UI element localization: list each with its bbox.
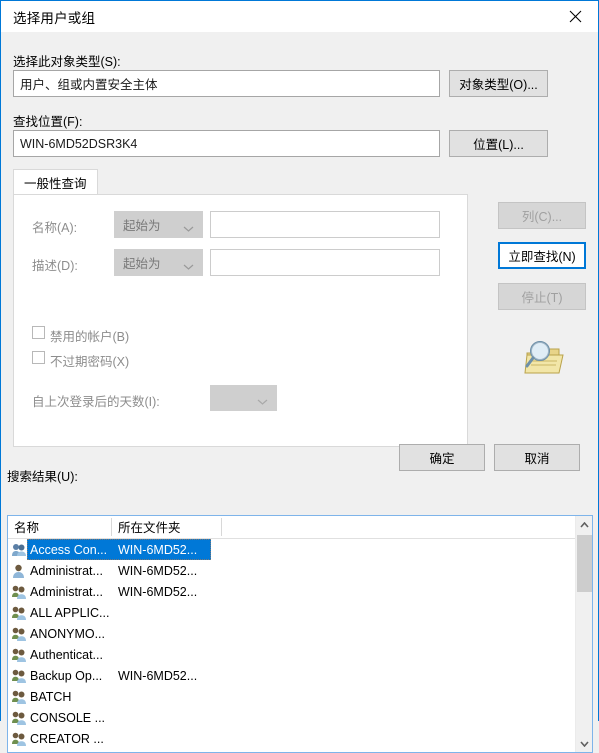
- disabled-accounts-label: 禁用的帐户(B): [50, 330, 130, 344]
- close-icon[interactable]: [553, 1, 598, 31]
- cell-name: Administrat...: [30, 563, 103, 578]
- column-divider[interactable]: [221, 518, 222, 536]
- group-icon: [11, 605, 27, 621]
- scroll-up-icon[interactable]: [576, 516, 592, 533]
- search-results-label: 搜索结果(U):: [7, 470, 78, 484]
- dialog-body: 选择此对象类型(S): 用户、组或内置安全主体 对象类型(O)... 查找位置(…: [1, 32, 598, 753]
- chevron-down-icon: [183, 259, 194, 270]
- ok-button[interactable]: 确定: [399, 444, 485, 471]
- non-expiring-password-checkbox[interactable]: [32, 351, 45, 364]
- table-row[interactable]: Access Con... WIN-6MD52...: [8, 539, 568, 560]
- non-expiring-password-label: 不过期密码(X): [50, 355, 130, 369]
- results-scrollbar[interactable]: [575, 516, 592, 752]
- group-icon: [11, 668, 27, 684]
- group-icon: [11, 647, 27, 663]
- cell-name: CREATOR ...: [30, 731, 104, 746]
- cell-folder: WIN-6MD52...: [118, 584, 198, 599]
- object-type-field[interactable]: 用户、组或内置安全主体: [13, 70, 440, 97]
- cell-folder: WIN-6MD52...: [118, 542, 198, 557]
- stop-button[interactable]: 停止(T): [498, 283, 586, 310]
- table-row[interactable]: ANONYMO...: [8, 623, 568, 644]
- description-condition-dropdown[interactable]: 起始为: [114, 249, 203, 276]
- window-title: 选择用户或组: [13, 10, 96, 26]
- days-since-logon-dropdown[interactable]: [210, 385, 277, 411]
- object-type-label: 选择此对象类型(S):: [13, 55, 121, 69]
- days-since-logon-label: 自上次登录后的天数(I):: [32, 395, 160, 409]
- cancel-button[interactable]: 取消: [494, 444, 580, 471]
- object-type-button[interactable]: 对象类型(O)...: [449, 70, 548, 97]
- description-condition-value: 起始为: [123, 257, 161, 271]
- title-bar: 选择用户或组: [1, 1, 598, 32]
- column-header-folder[interactable]: 所在文件夹: [112, 516, 222, 537]
- location-button[interactable]: 位置(L)...: [449, 130, 548, 157]
- table-row[interactable]: Authenticat...: [8, 644, 568, 665]
- column-header-name[interactable]: 名称: [8, 516, 112, 537]
- cell-name: ANONYMO...: [30, 626, 106, 641]
- cell-name: Backup Op...: [30, 668, 103, 683]
- user-icon: [11, 563, 27, 579]
- cell-name: Access Con...: [30, 542, 108, 557]
- name-value-input[interactable]: [210, 211, 440, 238]
- select-users-or-groups-dialog: 选择用户或组 选择此对象类型(S): 用户、组或内置安全主体 对象类型(O)..…: [0, 0, 599, 753]
- table-row[interactable]: Administrat... WIN-6MD52...: [8, 581, 568, 602]
- table-row[interactable]: BATCH: [8, 686, 568, 707]
- name-condition-value: 起始为: [123, 219, 161, 233]
- group-icon: [11, 689, 27, 705]
- table-row[interactable]: ALL APPLIC...: [8, 602, 568, 623]
- chevron-down-icon: [257, 395, 268, 405]
- description-value-input[interactable]: [210, 249, 440, 276]
- disabled-accounts-checkbox[interactable]: [32, 326, 45, 339]
- group-icon: [11, 731, 27, 747]
- table-row[interactable]: Backup Op... WIN-6MD52...: [8, 665, 568, 686]
- tab-common-queries[interactable]: 一般性查询: [13, 169, 98, 195]
- group-icon: [11, 584, 27, 600]
- search-folder-icon: [519, 335, 571, 383]
- table-row[interactable]: CREATOR ...: [8, 728, 568, 749]
- group-icon: [11, 626, 27, 642]
- description-label: 描述(D):: [32, 259, 78, 273]
- cell-name: Authenticat...: [30, 647, 103, 662]
- search-results-list: 名称 所在文件夹 Access Con... WIN-6MD52... Admi…: [7, 515, 593, 753]
- group-icon: [11, 542, 27, 558]
- common-queries-panel: 名称(A): 起始为 描述(D): 起始为 禁用的帐户(B) 不过期密码(X) …: [13, 194, 468, 447]
- table-row[interactable]: Administrat... WIN-6MD52...: [8, 560, 568, 581]
- name-label: 名称(A):: [32, 221, 78, 235]
- list-column-header: 名称 所在文件夹: [8, 516, 592, 539]
- columns-button[interactable]: 列(C)...: [498, 202, 586, 229]
- find-now-button[interactable]: 立即查找(N): [498, 242, 586, 269]
- tab-strip: 一般性查询: [13, 169, 468, 195]
- name-condition-dropdown[interactable]: 起始为: [114, 211, 203, 238]
- chevron-down-icon: [183, 221, 194, 232]
- group-icon: [11, 710, 27, 726]
- cell-name: BATCH: [30, 689, 72, 704]
- location-label: 查找位置(F):: [13, 115, 83, 129]
- table-row[interactable]: CONSOLE ...: [8, 707, 568, 728]
- cell-name: CONSOLE ...: [30, 710, 106, 725]
- scrollbar-thumb[interactable]: [577, 535, 592, 592]
- scroll-down-icon[interactable]: [576, 735, 592, 752]
- location-field[interactable]: WIN-6MD52DSR3K4: [13, 130, 440, 157]
- cell-folder: WIN-6MD52...: [118, 563, 198, 578]
- cell-name: ALL APPLIC...: [30, 605, 110, 620]
- cell-folder: WIN-6MD52...: [118, 668, 198, 683]
- cell-name: Administrat...: [30, 584, 103, 599]
